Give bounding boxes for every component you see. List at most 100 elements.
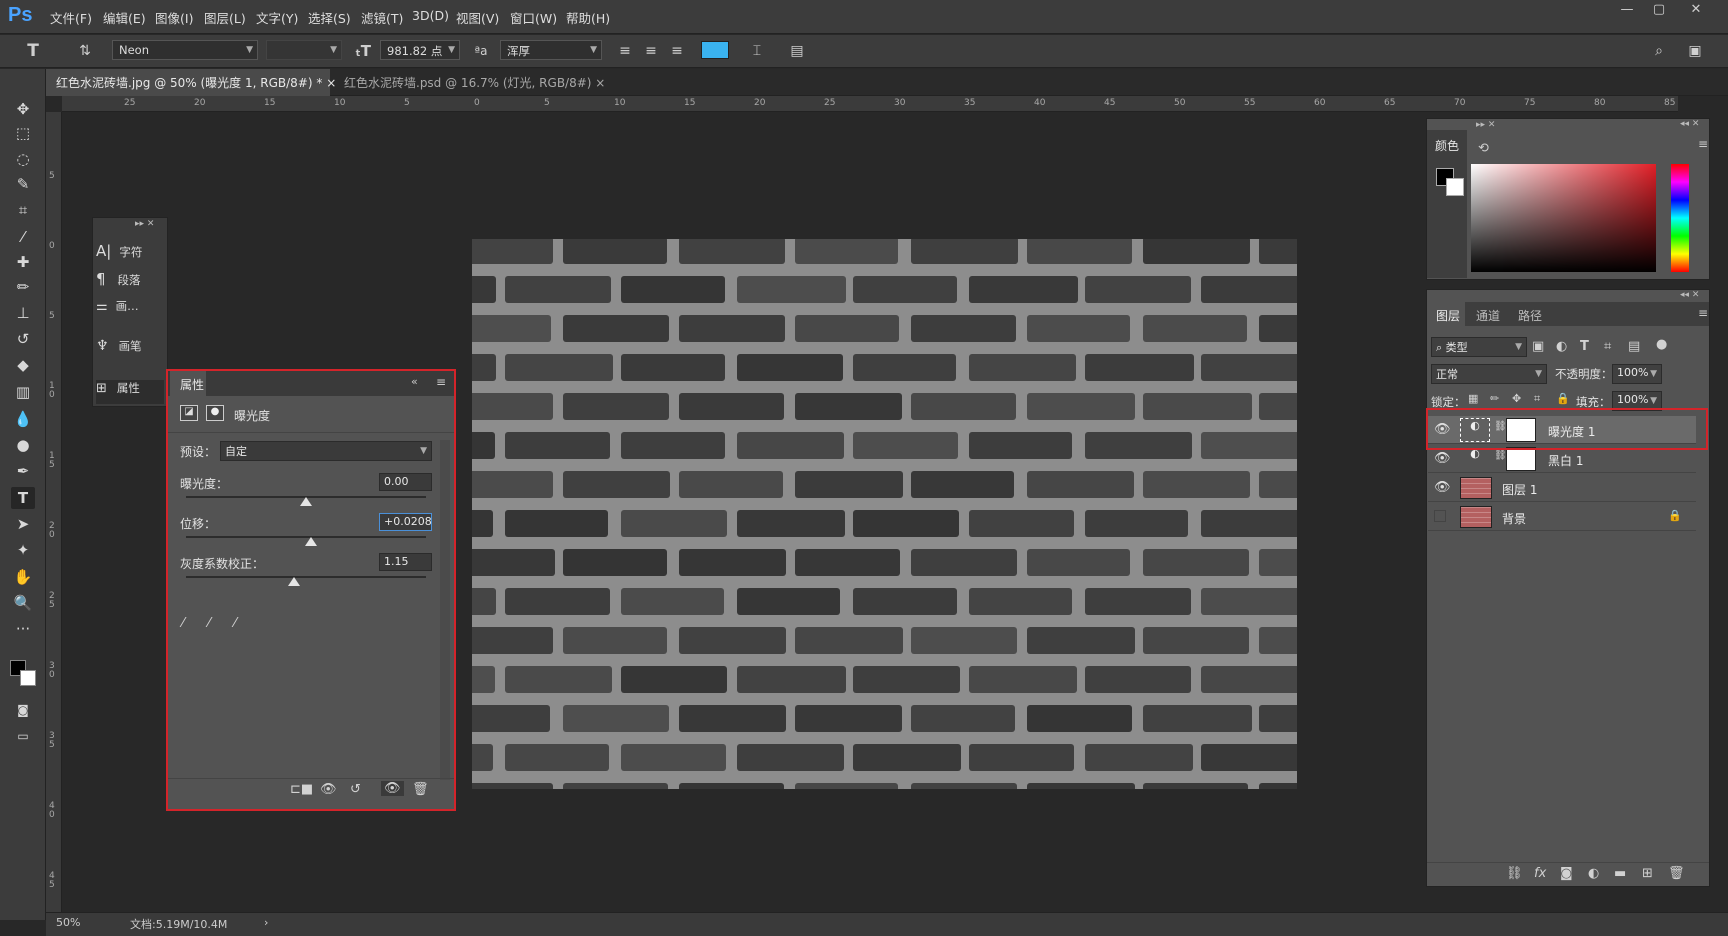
lock-position-icon[interactable]: ✥ (1512, 392, 1521, 405)
offset-slider-knob[interactable] (304, 537, 317, 546)
properties-panel-button[interactable]: ⊞ 属性 (96, 380, 164, 404)
filter-toggle-icon[interactable]: ● (1656, 337, 1667, 352)
more-tools-icon[interactable]: ··· (11, 618, 35, 640)
panel-close-icon[interactable]: ◂◂ ✕ (1680, 119, 1699, 129)
move-tool-icon[interactable]: ✥ (11, 98, 35, 120)
panel-menu-icon[interactable]: ≡ (1698, 306, 1708, 320)
panel-menu-icon[interactable]: ≡ (436, 375, 446, 389)
view-previous-state-icon[interactable]: 👁 (320, 782, 337, 797)
panel-close-icon[interactable]: ◂◂ ✕ (1680, 290, 1699, 300)
align-right-icon[interactable]: ≡ (666, 40, 688, 62)
brush-tool-icon[interactable]: ✏ (11, 276, 35, 298)
menu-filter[interactable]: 滤镜(T) (361, 8, 403, 27)
align-left-icon[interactable]: ≡ (614, 40, 636, 62)
search-icon[interactable]: ⌕ (1648, 40, 1670, 62)
visibility-toggle-off[interactable] (1434, 510, 1446, 522)
delete-layer-icon[interactable]: 🗑 (1668, 866, 1685, 881)
quick-select-tool-icon[interactable]: ✎ (11, 173, 35, 195)
lock-artboard-icon[interactable]: ⌗ (1534, 392, 1540, 406)
paragraph-panel-button[interactable]: ¶ 段落 (96, 270, 164, 294)
menu-window[interactable]: 窗口(W) (510, 8, 557, 27)
tab-document-psd[interactable]: 红色水泥砖墙.psd @ 16.7% (灯光, RGB/8#) × (334, 69, 605, 96)
filter-pixel-icon[interactable]: ▣ (1532, 339, 1544, 354)
layer-mask-icon[interactable]: ● (206, 405, 224, 421)
pen-tool-icon[interactable]: ✒ (11, 460, 35, 482)
filter-shape-icon[interactable]: ⌗ (1604, 339, 1611, 354)
gamma-slider-track[interactable] (186, 576, 426, 578)
warp-text-icon[interactable]: ⌶ (746, 40, 768, 62)
type-tool-icon[interactable]: T (11, 487, 35, 509)
lasso-tool-icon[interactable]: ◌ (11, 148, 35, 170)
align-center-icon[interactable]: ≡ (640, 40, 662, 62)
color-spectrum-field[interactable] (1471, 164, 1656, 272)
screen-mode-icon[interactable]: ▭ (11, 725, 35, 747)
menu-type[interactable]: 文字(Y) (256, 8, 298, 27)
lock-all-icon[interactable]: 🔒 (1556, 392, 1570, 405)
minimize-button[interactable]: — (1613, 2, 1641, 22)
character-panel-button[interactable]: A| 字符 (96, 242, 164, 266)
menu-view[interactable]: 视图(V) (456, 8, 499, 27)
quick-mask-icon[interactable]: ◙ (11, 699, 35, 721)
background-color-swatch[interactable] (20, 670, 36, 686)
status-menu-icon[interactable]: › (264, 916, 268, 929)
menu-image[interactable]: 图像(I) (155, 8, 193, 27)
dodge-tool-icon[interactable]: ● (11, 434, 35, 456)
history-icon[interactable]: ⟲ (1478, 141, 1489, 156)
exposure-input[interactable]: 0.00 (379, 473, 432, 491)
menu-help[interactable]: 帮助(H) (566, 8, 610, 27)
eraser-tool-icon[interactable]: ◆ (11, 354, 35, 376)
toggle-visibility-icon[interactable]: 👁 (381, 781, 404, 796)
adjustment-thumbnail[interactable]: ◐ (1460, 447, 1490, 471)
font-size-select[interactable]: 981.82 点 ▼ (380, 40, 460, 60)
brush-panel-button[interactable]: ♆ 画笔 (96, 338, 164, 362)
layer-thumbnail[interactable] (1460, 477, 1492, 499)
properties-scrollbar[interactable] (440, 440, 450, 780)
font-family-select[interactable]: Neon ▼ (112, 40, 258, 60)
maximize-button[interactable]: ▢ (1645, 2, 1673, 22)
background-color[interactable] (1446, 178, 1464, 196)
new-layer-icon[interactable]: ⊞ (1642, 866, 1653, 881)
opacity-input[interactable]: 100% ▼ (1612, 364, 1662, 384)
fx-icon[interactable]: fx (1534, 866, 1546, 881)
layer-thumbnail[interactable] (1460, 506, 1492, 528)
layer-filter-select[interactable]: ⌕ 类型 ▼ (1431, 337, 1527, 357)
tab-close-icon[interactable]: × (595, 76, 605, 90)
expand-icon[interactable]: ▸▸ ✕ (135, 219, 154, 229)
menu-edit[interactable]: 编辑(E) (103, 8, 146, 27)
visibility-eye-icon[interactable]: 👁 (1434, 451, 1451, 466)
toggle-text-orientation-icon[interactable]: ⇅ (74, 40, 96, 62)
menu-3d[interactable]: 3D(D) (412, 8, 449, 23)
tab-layers[interactable]: 图层 (1427, 302, 1465, 326)
document-canvas[interactable] (472, 239, 1297, 789)
zoom-level[interactable]: 50% (56, 916, 80, 929)
preset-select[interactable]: 自定 ▼ (220, 441, 432, 461)
menu-select[interactable]: 选择(S) (308, 8, 351, 27)
filter-adjustment-icon[interactable]: ◐ (1556, 339, 1567, 354)
blur-tool-icon[interactable]: 💧 (11, 408, 35, 430)
history-brush-tool-icon[interactable]: ↺ (11, 328, 35, 350)
clip-to-layer-icon[interactable]: ⊏■ (290, 782, 313, 797)
brush-preset-panel-button[interactable]: ⚌ 画… (96, 298, 164, 322)
tab-paths[interactable]: 路径 (1518, 307, 1542, 324)
panel-menu-icon[interactable]: ≡ (1698, 137, 1708, 151)
zoom-tool-icon[interactable]: 🔍 (11, 592, 35, 614)
exposure-slider-knob[interactable] (300, 497, 312, 506)
text-color-swatch[interactable] (701, 41, 729, 59)
font-style-select[interactable]: ▼ (266, 40, 342, 60)
crop-tool-icon[interactable]: ⌗ (11, 199, 35, 221)
workspace-icon[interactable]: ▣ (1684, 40, 1706, 62)
reset-icon[interactable]: ↺ (350, 782, 361, 797)
shape-tool-icon[interactable]: ✦ (11, 539, 35, 561)
layer-name[interactable]: 图层 1 (1502, 481, 1537, 498)
tab-channels[interactable]: 通道 (1476, 307, 1500, 324)
link-icon[interactable]: ⛓ (1494, 450, 1507, 461)
gamma-input[interactable]: 1.15 (379, 553, 432, 571)
type-tool-preset-icon[interactable]: T (22, 40, 44, 62)
mask-thumbnail[interactable] (1506, 447, 1536, 471)
layer-name[interactable]: 黑白 1 (1548, 452, 1583, 469)
marquee-tool-icon[interactable]: ⬚ (11, 122, 35, 144)
hue-slider[interactable] (1671, 164, 1689, 272)
close-window-button[interactable]: ✕ (1682, 2, 1710, 22)
lock-pixels-icon[interactable]: ✏ (1490, 392, 1499, 405)
menu-layer[interactable]: 图层(L) (204, 8, 246, 27)
